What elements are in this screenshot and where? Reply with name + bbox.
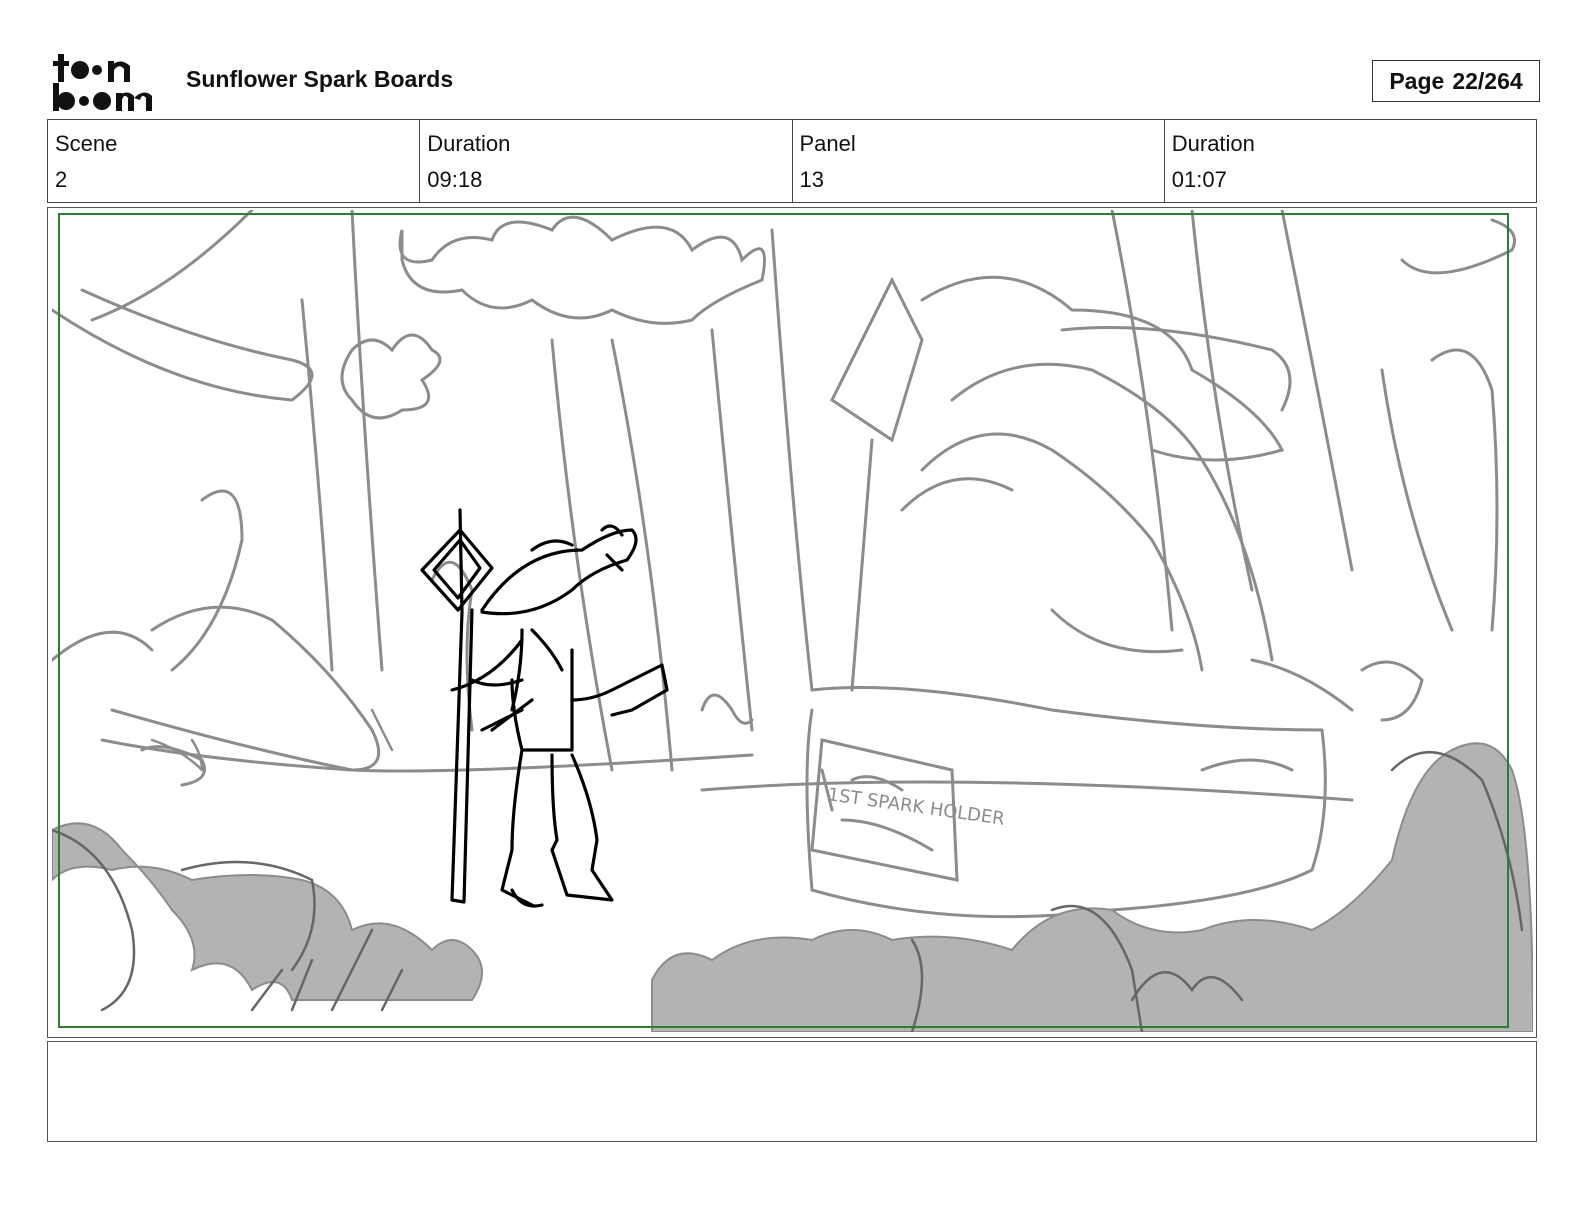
- document-title: Sunflower Spark Boards: [186, 66, 454, 92]
- panel-duration-cell: Duration 01:07: [1165, 120, 1536, 202]
- page-indicator: Page 22/264: [1372, 60, 1540, 102]
- scene-duration-value: 09:18: [427, 167, 483, 192]
- panel-value: 13: [799, 167, 824, 192]
- scene-duration-cell: Duration 09:18: [420, 120, 793, 202]
- panel-duration-label: Duration: [1171, 131, 1255, 156]
- pedestal-statue: [700, 275, 1354, 919]
- foreground-foliage: [52, 742, 1533, 1032]
- panel-label: Panel: [799, 131, 856, 156]
- storyboard-panel-sketch: 1ST SPARK HOLDER: [52, 210, 1533, 1032]
- page-label: Page: [1389, 67, 1445, 94]
- scene-duration-label: Duration: [427, 131, 511, 156]
- panel-cell: Panel 13: [793, 120, 1165, 202]
- toon-boom-logo: [50, 50, 166, 114]
- scene-value: 2: [55, 167, 68, 192]
- scene-label: Scene: [55, 131, 118, 156]
- panel-duration-value: 01:07: [1171, 167, 1227, 192]
- sign-text: 1ST SPARK HOLDER: [826, 784, 1006, 830]
- panel-info-table: Scene 2 Duration 09:18 Panel 13 Duration…: [47, 119, 1537, 203]
- character-with-staff: [420, 508, 669, 908]
- background-forest: [52, 210, 1516, 787]
- scene-cell: Scene 2: [48, 120, 421, 202]
- panel-notes-box: [47, 1041, 1537, 1142]
- page-number: 22/264: [1452, 67, 1523, 94]
